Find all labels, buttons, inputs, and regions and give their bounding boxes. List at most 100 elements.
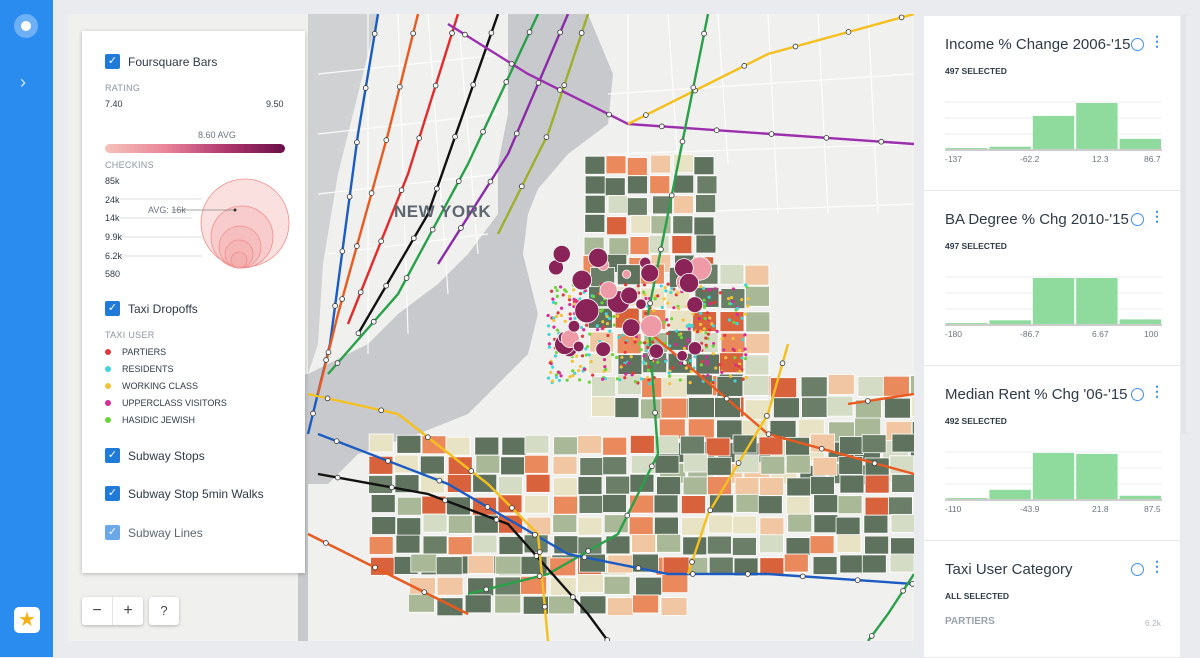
subway-stop[interactable] <box>745 571 751 577</box>
histogram[interactable] <box>945 96 1162 152</box>
more-menu-icon[interactable]: ⋮ <box>1150 33 1164 50</box>
checkbox-icon[interactable]: ✓ <box>105 301 120 316</box>
subway-stop[interactable] <box>355 330 362 337</box>
layer-toggle-subway-lines[interactable]: ✓ Subway Lines <box>105 525 203 540</box>
histogram-bar[interactable] <box>1032 453 1075 499</box>
subway-stop[interactable] <box>483 586 490 593</box>
subway-stop[interactable] <box>429 226 436 233</box>
subway-stop[interactable] <box>357 289 364 296</box>
subway-stop[interactable] <box>458 225 464 231</box>
subway-stop[interactable] <box>332 303 338 309</box>
subway-stop[interactable] <box>765 431 772 437</box>
subway-stop[interactable] <box>371 30 378 37</box>
bar-bubble[interactable] <box>676 350 688 362</box>
subway-stop[interactable] <box>864 398 871 404</box>
bar-bubble[interactable] <box>687 341 703 356</box>
bar-bubble[interactable] <box>640 263 660 283</box>
bar-bubble[interactable] <box>620 286 639 305</box>
subway-stop[interactable] <box>643 112 649 118</box>
histogram-bar[interactable] <box>1119 319 1161 324</box>
subway-stop[interactable] <box>425 434 431 441</box>
subway-stop[interactable] <box>792 43 799 50</box>
more-menu-icon[interactable]: ⋮ <box>1150 208 1164 225</box>
subway-stop[interactable] <box>362 85 369 91</box>
bar-bubble[interactable] <box>588 247 609 268</box>
subway-stop[interactable] <box>488 30 495 36</box>
subway-stop[interactable] <box>581 554 588 561</box>
zoom-out-button[interactable]: − <box>82 597 113 625</box>
subway-stop[interactable] <box>799 573 806 580</box>
subway-stop[interactable] <box>455 178 462 184</box>
subway-stop[interactable] <box>741 63 748 69</box>
subway-stop[interactable] <box>900 587 906 594</box>
subway-stop[interactable] <box>707 507 714 514</box>
info-icon[interactable] <box>1131 213 1144 226</box>
subway-stop[interactable] <box>383 282 389 289</box>
info-icon[interactable] <box>1131 388 1144 401</box>
subway-stop[interactable] <box>526 29 533 35</box>
subway-stop[interactable] <box>411 235 417 242</box>
histogram-bar[interactable] <box>989 489 1031 499</box>
subway-stop[interactable] <box>468 468 475 474</box>
subway-stop[interactable] <box>878 138 885 145</box>
subway-stop[interactable] <box>647 300 653 307</box>
subway-stop[interactable] <box>368 190 375 196</box>
subway-stop[interactable] <box>668 192 675 199</box>
layer-toggle-taxi[interactable]: ✓ Taxi Dropoffs <box>105 301 198 316</box>
bar-bubble[interactable] <box>621 318 641 337</box>
subway-stop[interactable] <box>354 243 360 249</box>
subway-stop[interactable] <box>536 573 543 579</box>
bar-bubble[interactable] <box>574 298 600 324</box>
subway-stop[interactable] <box>519 183 525 190</box>
subway-stop[interactable] <box>701 30 707 37</box>
subway-stop[interactable] <box>388 484 395 491</box>
subway-stop[interactable] <box>310 410 316 417</box>
subway-stop[interactable] <box>509 505 515 511</box>
more-menu-icon[interactable]: ⋮ <box>1150 558 1164 575</box>
subway-stop[interactable] <box>334 360 341 366</box>
subway-stop[interactable] <box>333 438 340 444</box>
histogram-bar[interactable] <box>989 146 1031 149</box>
checkbox-icon[interactable]: ✓ <box>105 525 120 540</box>
help-button[interactable]: ? <box>149 597 179 625</box>
subway-stop[interactable] <box>346 193 353 200</box>
subway-stop[interactable] <box>323 357 329 363</box>
widgets-scrollbar[interactable] <box>1181 14 1186 434</box>
subway-stop[interactable] <box>398 187 405 193</box>
subway-stop[interactable] <box>578 30 585 36</box>
subway-stop[interactable] <box>779 360 786 367</box>
bar-bubble[interactable] <box>552 244 571 264</box>
histogram-bar[interactable] <box>1119 495 1161 499</box>
subway-stop[interactable] <box>845 29 852 35</box>
subway-stop[interactable] <box>436 477 443 484</box>
bar-bubble[interactable] <box>572 340 585 353</box>
bar-bubble[interactable] <box>648 343 664 359</box>
subway-stop[interactable] <box>484 504 491 510</box>
subway-stop[interactable] <box>543 134 550 140</box>
subway-stop[interactable] <box>690 571 696 577</box>
subway-stop[interactable] <box>713 127 720 133</box>
subway-stop[interactable] <box>513 130 520 137</box>
subway-stop[interactable] <box>871 460 878 467</box>
subway-stop[interactable] <box>480 129 486 135</box>
subway-stop[interactable] <box>561 82 568 88</box>
subway-stop[interactable] <box>325 349 332 356</box>
bar-bubble[interactable] <box>571 269 593 291</box>
subway-stop[interactable] <box>658 246 664 253</box>
subway-stop[interactable] <box>449 30 455 36</box>
checkbox-icon[interactable]: ✓ <box>105 486 120 501</box>
subway-stop[interactable] <box>535 80 542 86</box>
subway-stop[interactable] <box>735 460 742 466</box>
subway-stop[interactable] <box>649 463 655 470</box>
zoom-in-button[interactable]: + <box>113 597 143 625</box>
subway-stop[interactable] <box>570 594 576 600</box>
subway-stop[interactable] <box>378 238 384 244</box>
subway-stop[interactable] <box>658 123 665 130</box>
chevron-right-icon[interactable]: › <box>20 72 26 93</box>
subway-stop[interactable] <box>679 138 686 145</box>
category-row-label[interactable]: PARTIERS <box>945 616 995 627</box>
subway-stop[interactable] <box>823 135 830 141</box>
subway-stop[interactable] <box>434 185 440 192</box>
subway-stop[interactable] <box>557 29 563 36</box>
subway-stop[interactable] <box>541 603 548 610</box>
